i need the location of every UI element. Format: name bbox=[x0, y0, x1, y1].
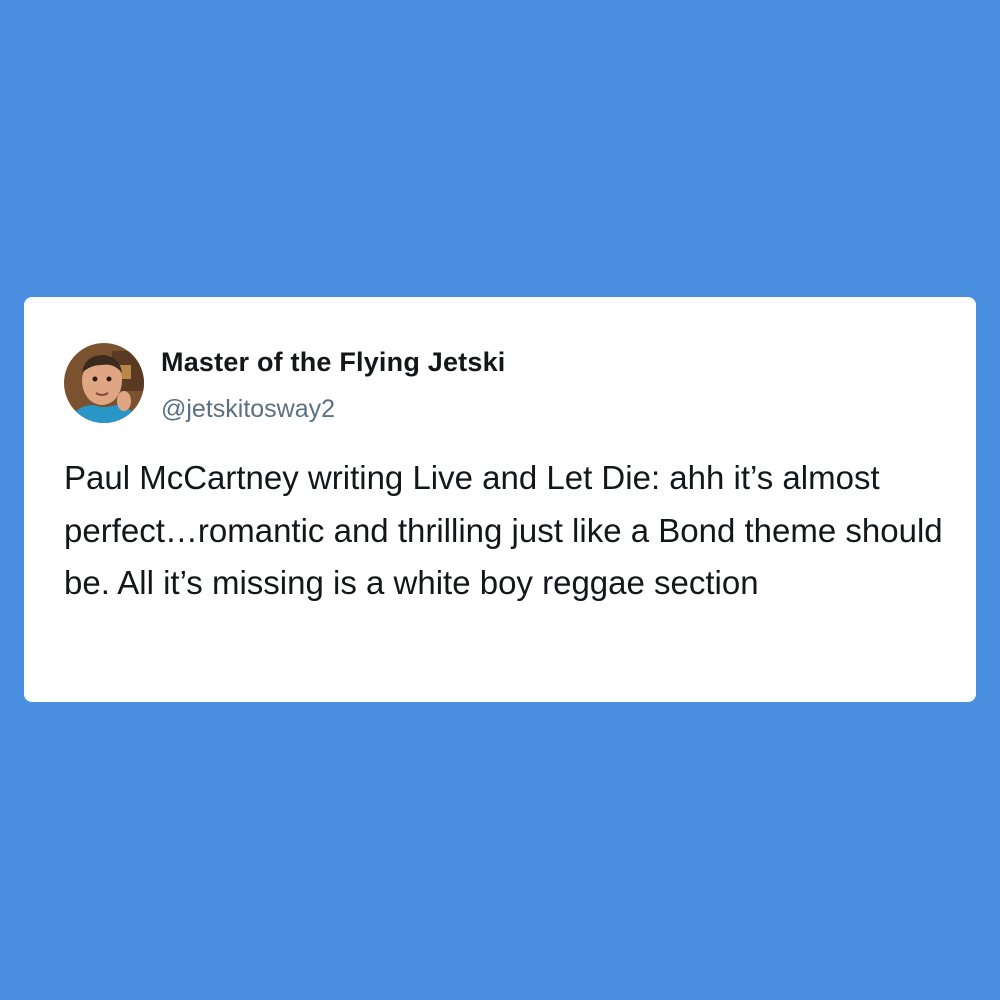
tweet-text: Paul McCartney writing Live and Let Die:… bbox=[64, 459, 943, 601]
author-handle[interactable]: @jetskitosway2 bbox=[161, 395, 335, 424]
author-name[interactable]: Master of the Flying Jetski bbox=[161, 347, 505, 378]
avatar[interactable] bbox=[64, 343, 144, 423]
tweet-card: Master of the Flying Jetski @jetskitoswa… bbox=[24, 297, 976, 702]
avatar-image bbox=[64, 343, 144, 423]
